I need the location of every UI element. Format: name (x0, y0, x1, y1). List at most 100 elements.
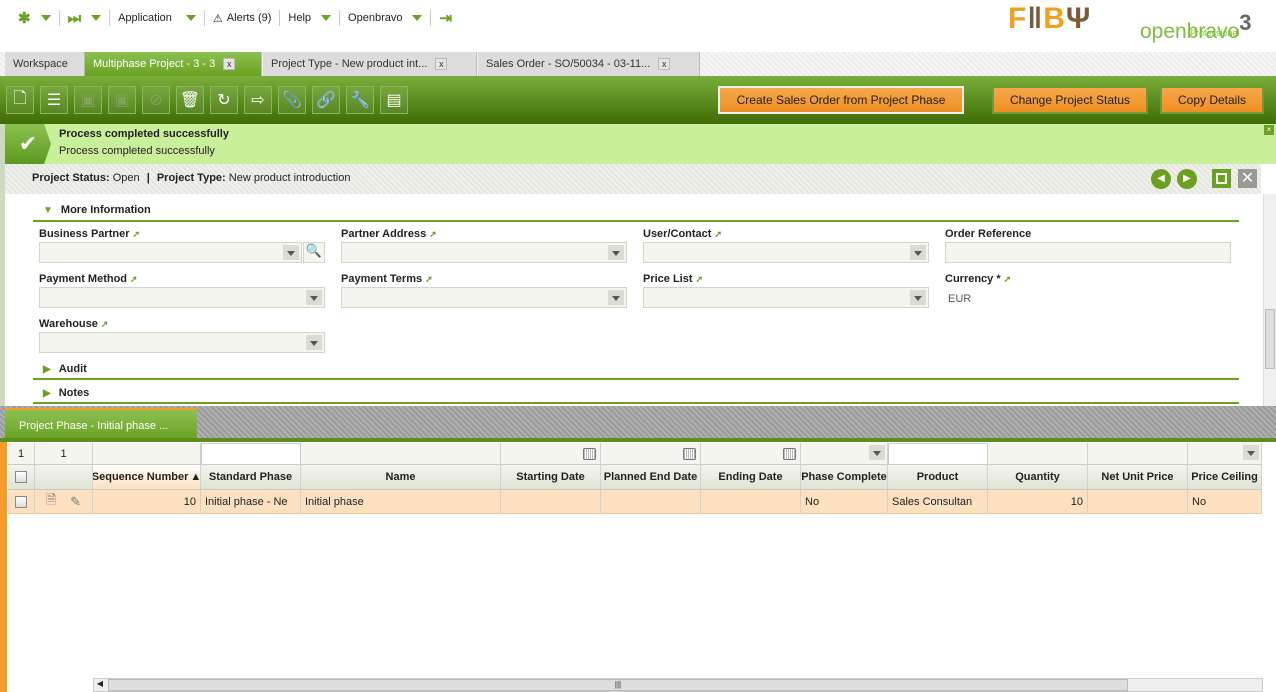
scrollbar-thumb[interactable]: ||| (108, 679, 1128, 691)
filter-sequence[interactable] (93, 443, 201, 465)
business-partner-field[interactable] (39, 242, 302, 263)
column-header-name[interactable]: Name (301, 465, 501, 490)
close-tab-icon[interactable]: x (223, 58, 236, 70)
save-close-icon[interactable]: ▣ (108, 86, 136, 114)
column-header-phase-complete[interactable]: Phase Complete (801, 465, 888, 490)
dropdown-icon[interactable] (608, 290, 624, 305)
price-list-field[interactable] (643, 287, 929, 308)
section-audit[interactable]: ▶ Audit (43, 363, 87, 375)
delete-icon[interactable]: 🗑 (176, 86, 204, 114)
close-tab-icon[interactable]: x (435, 58, 448, 70)
dropdown-icon[interactable] (910, 290, 926, 305)
filter-product[interactable] (888, 443, 988, 465)
select-all-checkbox[interactable] (15, 471, 27, 483)
cell-product[interactable]: Sales Consultan (888, 490, 988, 514)
cell-planned-end-date[interactable] (601, 490, 701, 514)
column-header-net-unit-price[interactable]: Net Unit Price (1088, 465, 1188, 490)
cell-name[interactable]: Initial phase (301, 490, 501, 514)
cell-ending-date[interactable] (701, 490, 801, 514)
column-header-standard-phase[interactable]: Standard Phase (201, 465, 301, 490)
tab-project-type[interactable]: Project Type - New product int... x (263, 52, 477, 76)
cell-sequence-number[interactable]: 10 (93, 490, 201, 514)
order-reference-field[interactable] (945, 242, 1231, 263)
quick-launch-menu[interactable]: ✱ (10, 10, 60, 27)
cell-quantity[interactable]: 10 (988, 490, 1088, 514)
create-sales-order-button[interactable]: Create Sales Order from Project Phase (718, 86, 964, 114)
form-scrollbar[interactable] (1263, 194, 1276, 406)
payment-terms-field[interactable] (341, 287, 627, 308)
filter-phase-complete[interactable] (801, 443, 888, 465)
column-header-sequence-number[interactable]: Sequence Number ▲ (93, 465, 201, 490)
undo-icon[interactable]: ⊘ (142, 86, 170, 114)
user-menu[interactable]: Openbravo (340, 10, 432, 26)
column-header-price-ceiling[interactable]: Price Ceiling (1188, 465, 1262, 490)
filter-quantity[interactable] (988, 443, 1088, 465)
tab-sales-order[interactable]: Sales Order - SO/50034 - 03-11... x (478, 52, 700, 76)
dropdown-icon[interactable] (1243, 445, 1259, 460)
cell-standard-phase[interactable]: Initial phase - Ne (201, 490, 301, 514)
refresh-icon[interactable]: ↻ (210, 86, 238, 114)
alerts-link[interactable]: ⚠ Alerts (9) (205, 10, 281, 26)
search-icon[interactable]: 🔍 (303, 242, 325, 263)
close-tab-icon[interactable]: x (658, 58, 671, 70)
filter-planned-end-date[interactable] (601, 443, 701, 465)
dropdown-icon[interactable] (869, 445, 885, 460)
cell-price-ceiling[interactable]: No (1188, 490, 1262, 514)
recent-menu[interactable]: ⏭ (60, 10, 111, 27)
copy-details-button[interactable]: Copy Details (1160, 86, 1264, 114)
document-icon[interactable]: 🗎 (46, 491, 56, 513)
maximize-icon[interactable] (1212, 169, 1231, 188)
cell-phase-complete[interactable]: No (801, 490, 888, 514)
filter-starting-date[interactable] (501, 443, 601, 465)
section-notes[interactable]: ▶ Notes (43, 387, 89, 399)
column-header-quantity[interactable]: Quantity (988, 465, 1088, 490)
horizontal-scrollbar[interactable]: ◀ ||| (93, 678, 1263, 692)
attachment-icon[interactable]: 📎 (278, 86, 306, 114)
filter-net-unit-price[interactable] (1088, 443, 1188, 465)
previous-record-icon[interactable]: ◀ (1151, 169, 1171, 189)
calendar-icon[interactable] (783, 447, 796, 460)
column-header-ending-date[interactable]: Ending Date (701, 465, 801, 490)
tab-project-phase[interactable]: Project Phase - Initial phase ... (5, 408, 197, 440)
partner-address-field[interactable] (341, 242, 627, 263)
next-record-icon[interactable]: ▶ (1177, 169, 1197, 189)
column-header-starting-date[interactable]: Starting Date (501, 465, 601, 490)
dropdown-icon[interactable] (306, 335, 322, 350)
layout-icon[interactable]: ▤ (380, 86, 408, 114)
tools-icon[interactable]: 🔧 (346, 86, 374, 114)
filter-name[interactable] (301, 443, 501, 465)
payment-method-field[interactable] (39, 287, 325, 308)
tab-workspace[interactable]: Workspace (5, 52, 85, 76)
tab-multiphase-project[interactable]: Multiphase Project - 3 - 3 x (85, 52, 262, 76)
new-row-icon[interactable]: ☰ (40, 86, 68, 114)
section-more-information[interactable]: ▼ More Information (43, 204, 151, 216)
link-icon[interactable]: 🔗 (312, 86, 340, 114)
scrollbar-thumb[interactable] (1265, 309, 1275, 369)
edit-pencil-icon[interactable]: ✎ (70, 494, 81, 510)
filter-standard-phase[interactable] (201, 443, 301, 465)
close-message-icon[interactable]: × (1264, 125, 1274, 135)
dropdown-icon[interactable] (910, 245, 926, 260)
cell-net-unit-price[interactable] (1088, 490, 1188, 514)
column-header-product[interactable]: Product (888, 465, 988, 490)
cell-starting-date[interactable] (501, 490, 601, 514)
sort-ascending-icon[interactable]: ▲ (190, 471, 200, 483)
calendar-icon[interactable] (583, 447, 596, 460)
warehouse-field[interactable] (39, 332, 325, 353)
new-document-icon[interactable]: 🗋 (6, 86, 34, 114)
change-project-status-button[interactable]: Change Project Status (992, 86, 1148, 114)
save-icon[interactable]: ▣ (74, 86, 102, 114)
logout-button[interactable]: ⇥ (431, 10, 460, 27)
close-form-icon[interactable]: ✕ (1238, 169, 1257, 188)
help-menu[interactable]: Help (280, 10, 341, 26)
application-menu[interactable]: Application (110, 10, 205, 26)
dropdown-icon[interactable] (306, 290, 322, 305)
dropdown-icon[interactable] (283, 245, 299, 260)
filter-price-ceiling[interactable] (1188, 443, 1262, 465)
calendar-icon[interactable] (683, 447, 696, 460)
row-checkbox[interactable] (15, 495, 27, 508)
column-header-planned-end-date[interactable]: Planned End Date (601, 465, 701, 490)
filter-ending-date[interactable] (701, 443, 801, 465)
scroll-left-icon[interactable]: ◀ (94, 679, 106, 691)
user-contact-field[interactable] (643, 242, 929, 263)
